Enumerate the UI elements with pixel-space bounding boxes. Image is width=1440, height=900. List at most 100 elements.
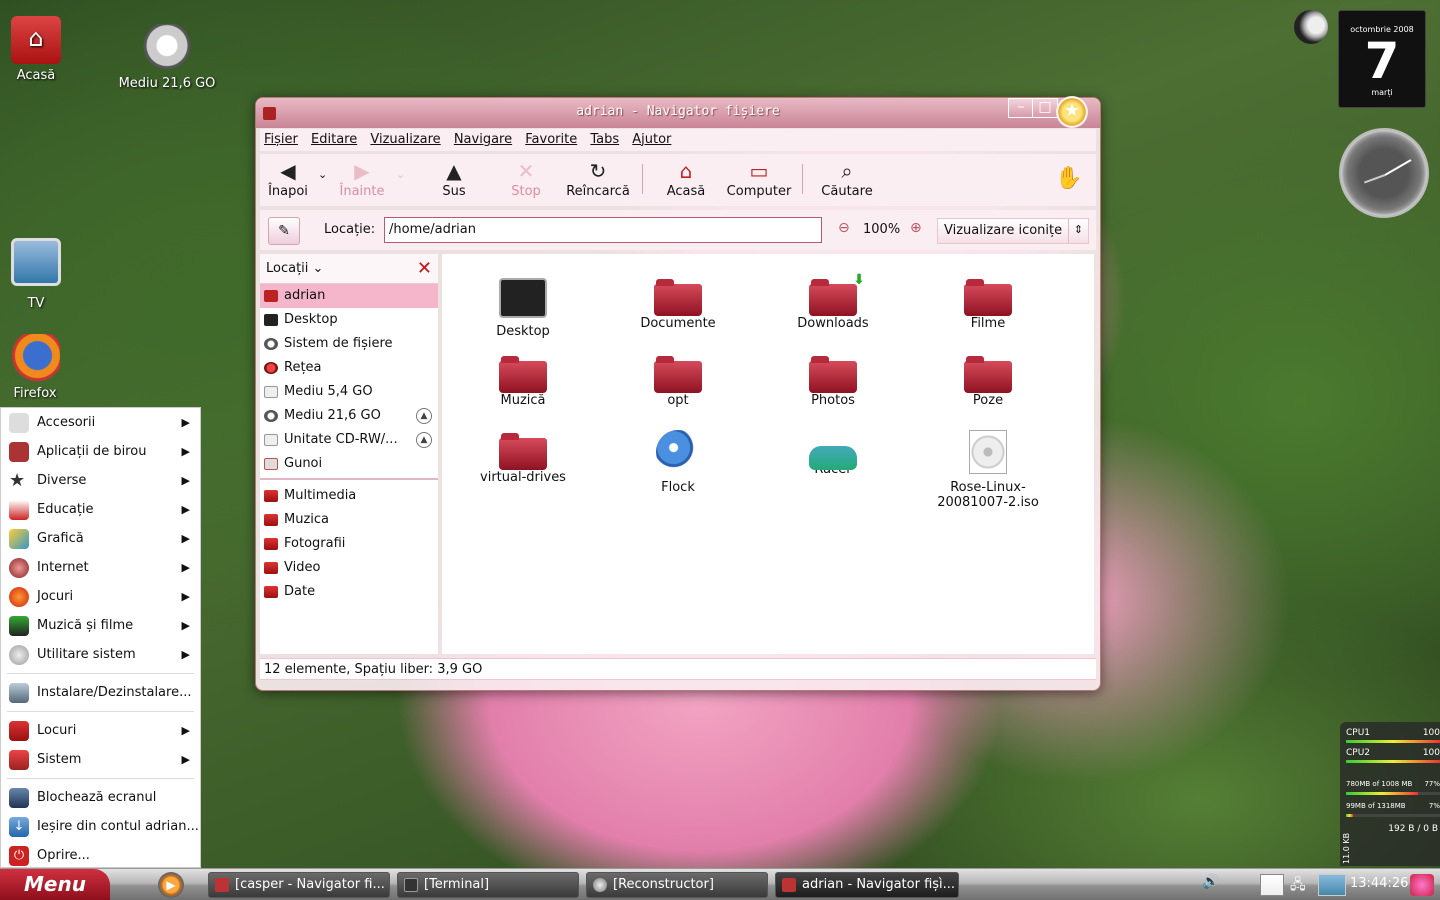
menu-item-games[interactable]: Jocuri ▶ bbox=[1, 582, 200, 611]
search-button[interactable]: ⌕ Căutare bbox=[820, 158, 874, 199]
bookmark-item[interactable]: Muzica bbox=[260, 508, 438, 532]
package-icon bbox=[9, 683, 29, 703]
menu-item-internet[interactable]: Internet ▶ bbox=[1, 553, 200, 582]
close-star-button[interactable]: ★ bbox=[1056, 96, 1088, 128]
file-item[interactable]: Desktop bbox=[453, 278, 593, 339]
location-toggle-button[interactable]: ✎ bbox=[268, 217, 300, 245]
file-item[interactable]: Poze bbox=[918, 355, 1058, 408]
toolbar-separator bbox=[802, 164, 803, 194]
menu-item-shutdown[interactable]: ⏻ Oprire... bbox=[1, 841, 200, 870]
window-titlebar[interactable]: adrian - Navigator fișiere – □ ★ bbox=[256, 96, 1100, 128]
menu-item-misc[interactable]: ★ Diverse ▶ bbox=[1, 466, 200, 495]
menu-edit[interactable]: Editare bbox=[307, 129, 362, 147]
place-item-media-216[interactable]: Mediu 21,6 GO ▲ bbox=[260, 404, 438, 428]
menu-go[interactable]: Navigare bbox=[450, 129, 517, 147]
icon-view[interactable]: Desktop Documente ⬇ Downloads Filme Muzic… bbox=[442, 254, 1094, 654]
task-casper-file-manager[interactable]: [casper - Navigator fi... bbox=[208, 872, 390, 898]
file-item[interactable]: opt bbox=[608, 355, 748, 408]
side-pane-header: Locații ⌄ ✕ bbox=[260, 254, 438, 284]
file-item[interactable]: Muzică bbox=[453, 355, 593, 408]
place-item-home[interactable]: adrian bbox=[260, 284, 438, 308]
menu-item-places[interactable]: Locuri ▶ bbox=[1, 716, 200, 745]
submenu-arrow-icon: ▶ bbox=[181, 648, 190, 661]
file-item[interactable]: Flock bbox=[608, 430, 748, 495]
desktop-icon-firefox[interactable]: Firefox bbox=[0, 334, 90, 401]
place-item-desktop[interactable]: Desktop bbox=[260, 308, 438, 332]
file-manager-window[interactable]: adrian - Navigator fișiere – □ ★ Fișier … bbox=[255, 96, 1101, 691]
file-item[interactable]: Photos bbox=[763, 355, 903, 408]
menu-item-lock-screen[interactable]: Blochează ecranul bbox=[1, 783, 200, 812]
network-icon[interactable]: 🖧 bbox=[1290, 874, 1306, 896]
side-pane-selector[interactable]: Locații ⌄ bbox=[266, 261, 323, 276]
desktop-icon-harddisk[interactable]: Mediu 21,6 GO bbox=[112, 24, 222, 91]
place-item-filesystem[interactable]: Sistem de fișiere bbox=[260, 332, 438, 356]
back-history-dropdown[interactable]: ⌄ bbox=[318, 168, 327, 181]
place-item-trash[interactable]: Gunoi bbox=[260, 452, 438, 476]
moon-phase-widget bbox=[1294, 10, 1328, 44]
home-button[interactable]: ⌂ Acasă bbox=[664, 158, 708, 199]
zoom-in-icon[interactable]: ⊕ bbox=[910, 220, 922, 236]
education-icon bbox=[9, 500, 29, 520]
media-player-icon[interactable]: ▶ bbox=[158, 872, 184, 898]
eject-icon[interactable]: ▲ bbox=[416, 432, 432, 448]
task-terminal[interactable]: [Terminal] bbox=[397, 872, 579, 898]
keyboard-layout-flag-icon[interactable] bbox=[1260, 874, 1284, 896]
view-mode-select[interactable]: Vizualizare iconițe ⇕ bbox=[937, 218, 1089, 244]
task-reconstructor[interactable]: [Reconstructor] bbox=[586, 872, 768, 898]
file-item[interactable]: Documente bbox=[608, 278, 748, 331]
bookmark-item[interactable]: Multimedia bbox=[260, 484, 438, 508]
menu-item-system[interactable]: Sistem ▶ bbox=[1, 745, 200, 774]
desktop-icon-tv[interactable]: TV bbox=[0, 238, 91, 311]
bookmark-item[interactable]: Video bbox=[260, 556, 438, 580]
place-item-network[interactable]: Rețea bbox=[260, 356, 438, 380]
zoom-level: 100% bbox=[863, 222, 901, 237]
close-side-pane-button[interactable]: ✕ bbox=[417, 258, 432, 279]
bookmark-item[interactable]: Fotografii bbox=[260, 532, 438, 556]
window-title: adrian - Navigator fișiere bbox=[576, 104, 780, 119]
eject-icon[interactable]: ▲ bbox=[416, 408, 432, 424]
minimize-button[interactable]: – bbox=[1008, 98, 1034, 118]
place-item-media-54[interactable]: Mediu 5,4 GO bbox=[260, 380, 438, 404]
bookmark-item[interactable]: Date bbox=[260, 580, 438, 604]
trash-applet-icon[interactable] bbox=[1410, 874, 1434, 896]
location-input[interactable]: /home/adrian bbox=[384, 217, 822, 243]
menu-tabs[interactable]: Tabs bbox=[586, 129, 624, 147]
clock[interactable]: 13:44:26 bbox=[1350, 876, 1408, 891]
file-item[interactable]: Racer bbox=[763, 432, 903, 477]
menu-item-education[interactable]: Educație ▶ bbox=[1, 495, 200, 524]
desktop-icon-home[interactable]: Acasă bbox=[0, 16, 91, 83]
menu-bookmarks[interactable]: Favorite bbox=[521, 129, 582, 147]
flock-icon bbox=[656, 430, 700, 474]
menu-item-install[interactable]: Instalare/Dezinstalare... bbox=[1, 678, 200, 707]
file-item[interactable]: Filme bbox=[918, 278, 1058, 331]
menu-item-graphics[interactable]: Grafică ▶ bbox=[1, 524, 200, 553]
volume-icon[interactable]: 🔊 bbox=[1202, 874, 1219, 896]
reload-button[interactable]: ↻ Reîncarcă bbox=[566, 158, 630, 199]
menu-file[interactable]: Fișier bbox=[260, 129, 303, 147]
menu-separator bbox=[7, 778, 194, 779]
menu-item-multimedia[interactable]: Muzică și filme ▶ bbox=[1, 611, 200, 640]
forward-button[interactable]: ▶ Înainte bbox=[338, 158, 386, 199]
submenu-arrow-icon: ▶ bbox=[181, 724, 190, 737]
internet-icon bbox=[9, 558, 29, 578]
file-item[interactable]: virtual-drives bbox=[453, 432, 593, 485]
back-button[interactable]: ◀ Înapoi bbox=[266, 158, 310, 199]
menu-item-logout[interactable]: ↓ Ieșire din contul adrian... bbox=[1, 812, 200, 841]
menu-item-office[interactable]: Aplicații de birou ▶ bbox=[1, 437, 200, 466]
zoom-out-icon[interactable]: ⊖ bbox=[838, 220, 850, 236]
main-menu-button[interactable]: Menu bbox=[0, 869, 110, 900]
menu-view[interactable]: Vizualizare bbox=[366, 129, 445, 147]
maximize-button[interactable]: □ bbox=[1032, 98, 1058, 118]
file-item[interactable]: ⬇ Downloads bbox=[763, 272, 903, 331]
forward-history-dropdown[interactable]: ⌄ bbox=[396, 168, 405, 181]
up-button[interactable]: ▲ Sus bbox=[436, 158, 472, 199]
computer-button[interactable]: ▭ Computer bbox=[726, 158, 792, 199]
file-item[interactable]: Rose-Linux- 20081007-2.iso bbox=[918, 430, 1058, 510]
stop-button[interactable]: ✕ Stop bbox=[506, 158, 546, 199]
menu-item-system-tools[interactable]: Utilitare sistem ▶ bbox=[1, 640, 200, 669]
task-adrian-file-manager[interactable]: adrian - Navigator fișì... bbox=[775, 872, 959, 898]
menu-help[interactable]: Ajutor bbox=[628, 129, 676, 147]
menu-item-accessories[interactable]: Accesorii ▶ bbox=[1, 408, 200, 437]
place-item-cdrom[interactable]: Unitate CD-RW/... ▲ bbox=[260, 428, 438, 452]
update-notifier-icon[interactable] bbox=[1318, 874, 1346, 896]
